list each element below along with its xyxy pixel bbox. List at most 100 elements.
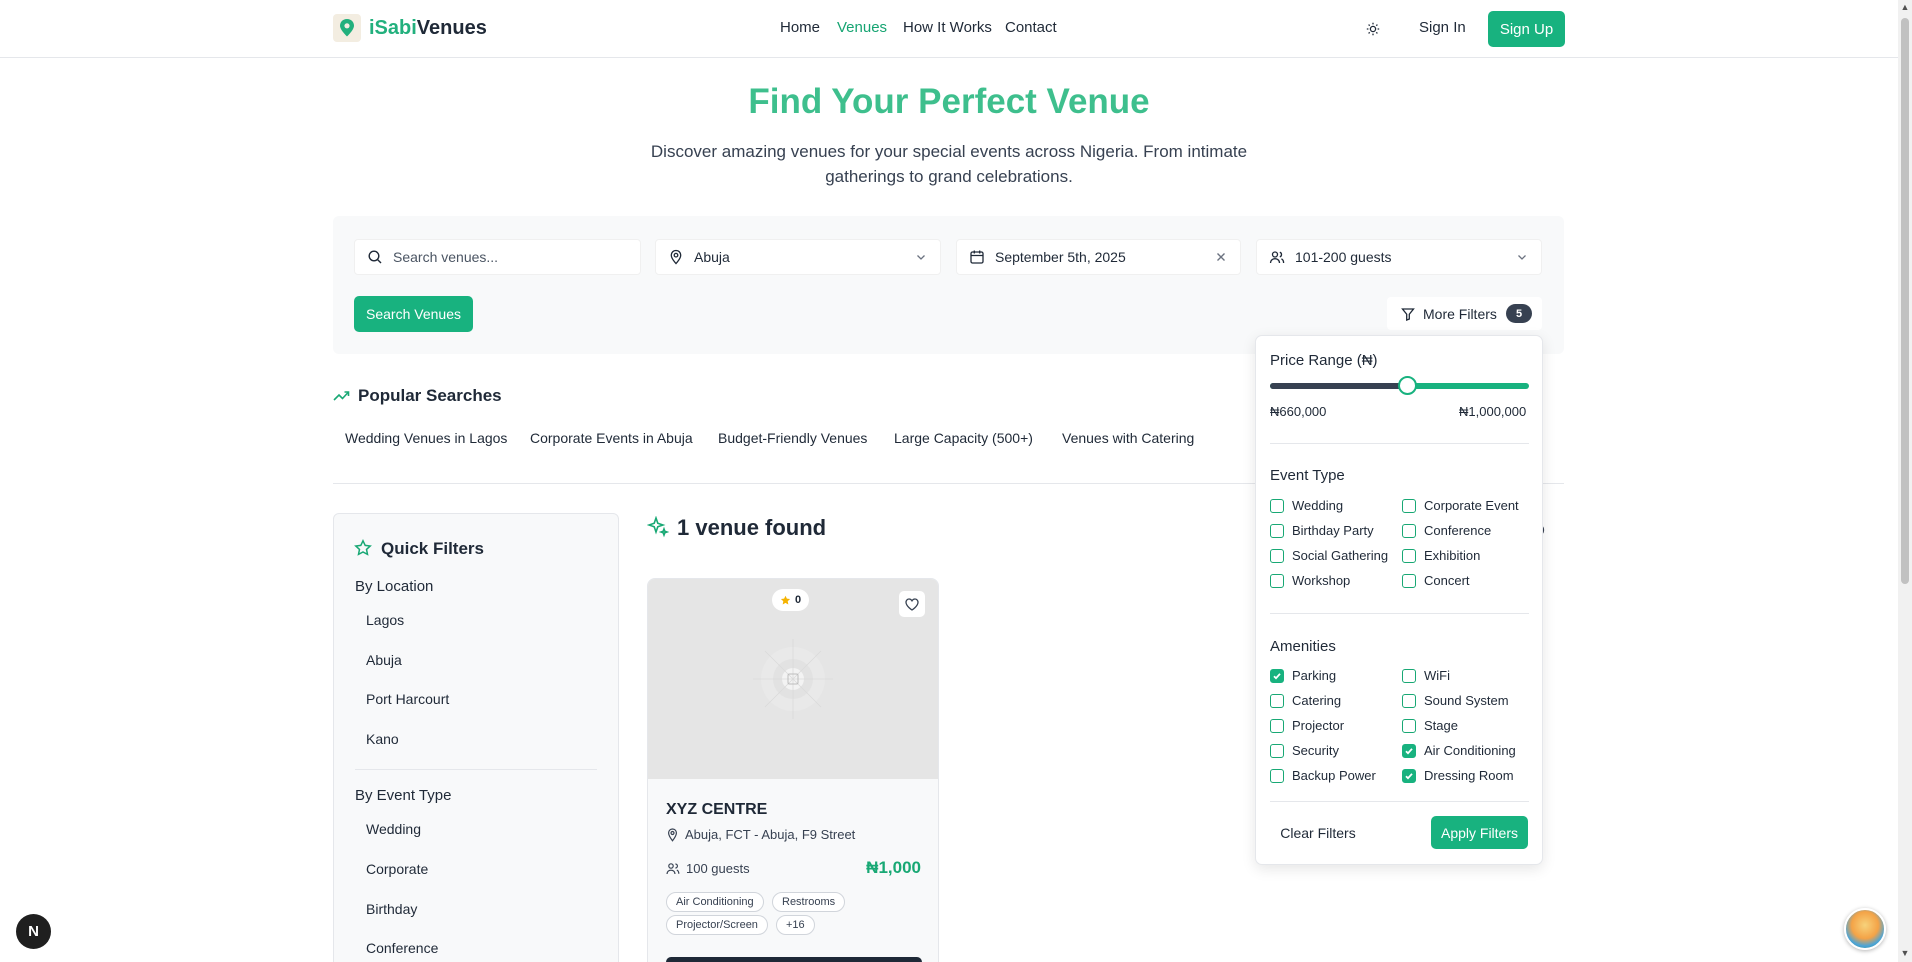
page-subtitle: Discover amazing venues for your special… — [650, 142, 1248, 186]
filter-checkbox[interactable]: Catering — [1270, 693, 1341, 708]
event-type-filter-item[interactable]: Conference — [366, 940, 438, 956]
brand-name[interactable]: iSabiVenues — [369, 17, 487, 40]
users-icon — [666, 863, 680, 875]
more-filters-button[interactable]: More Filters 5 — [1387, 297, 1542, 330]
filter-checkbox[interactable]: Exhibition — [1402, 548, 1480, 563]
apply-filters-button[interactable]: Apply Filters — [1431, 816, 1528, 849]
checkbox-icon[interactable] — [1402, 573, 1416, 588]
checkbox-checked-icon[interactable] — [1402, 743, 1416, 758]
checkbox-icon[interactable] — [1402, 523, 1416, 538]
price-slider-range — [1270, 383, 1408, 389]
nav-contact[interactable]: Contact — [1005, 19, 1057, 36]
price-range-heading: Price Range (₦) — [1270, 352, 1378, 369]
event-type-filter-item[interactable]: Wedding — [366, 821, 421, 837]
view-venue-button[interactable] — [666, 957, 922, 962]
filter-checkbox[interactable]: Dressing Room — [1402, 768, 1514, 783]
checkbox-icon[interactable] — [1270, 743, 1284, 758]
checkbox-icon[interactable] — [1270, 498, 1284, 513]
location-filter-item[interactable]: Abuja — [366, 652, 402, 668]
location-value: Abuja — [694, 249, 730, 265]
filter-checkbox[interactable]: Projector — [1270, 718, 1344, 733]
checkbox-icon[interactable] — [1270, 768, 1284, 783]
dev-tools-badge[interactable]: N — [16, 914, 51, 949]
date-value: September 5th, 2025 — [995, 249, 1126, 265]
popular-searches-title: Popular Searches — [358, 386, 502, 405]
price-slider-thumb[interactable] — [1397, 376, 1417, 395]
checkbox-icon[interactable] — [1270, 523, 1284, 538]
filter-checkbox[interactable]: Concert — [1402, 573, 1470, 588]
scrollbar-thumb[interactable] — [1901, 18, 1909, 584]
checkbox-icon[interactable] — [1270, 718, 1284, 733]
venue-image-placeholder: 0 — [648, 579, 938, 779]
popular-tag[interactable]: Corporate Events in Abuja — [530, 430, 693, 446]
checkbox-icon[interactable] — [1270, 548, 1284, 563]
search-panel — [333, 216, 1564, 354]
filter-checkbox[interactable]: Security — [1270, 743, 1339, 758]
filter-checkbox[interactable]: Workshop — [1270, 573, 1350, 588]
location-filter-item[interactable]: Port Harcourt — [366, 691, 449, 707]
filter-checkbox[interactable]: Sound System — [1402, 693, 1509, 708]
clear-filters-button[interactable]: Clear Filters — [1270, 816, 1366, 849]
checkbox-icon[interactable] — [1402, 548, 1416, 563]
sign-up-button[interactable]: Sign Up — [1488, 11, 1565, 47]
assistant-avatar[interactable] — [1844, 908, 1886, 950]
filter-checkbox-label: Dressing Room — [1424, 768, 1514, 783]
checkbox-icon[interactable] — [1402, 718, 1416, 733]
filter-checkbox[interactable]: Corporate Event — [1402, 498, 1519, 513]
event-type-heading: Event Type — [1270, 467, 1345, 484]
filter-checkbox[interactable]: Social Gathering — [1270, 548, 1388, 563]
search-placeholder: Search venues... — [393, 249, 499, 265]
search-input[interactable]: Search venues... — [354, 239, 641, 275]
popular-tag[interactable]: Budget-Friendly Venues — [718, 430, 867, 446]
by-location-heading: By Location — [355, 578, 434, 595]
scroll-down-arrow-icon[interactable]: ▼ — [1900, 948, 1910, 958]
checkbox-icon[interactable] — [1270, 693, 1284, 708]
popular-tag[interactable]: Wedding Venues in Lagos — [345, 430, 507, 446]
site-header: iSabiVenues Home Venues How It Works Con… — [0, 0, 1898, 58]
map-pin-icon — [670, 249, 682, 265]
close-icon[interactable] — [1214, 250, 1228, 264]
quick-filters-title: Quick Filters — [381, 539, 484, 558]
price-max-label: ₦1,000,000 — [1459, 404, 1527, 419]
checkbox-icon[interactable] — [1402, 668, 1416, 683]
filter-checkbox-label: Birthday Party — [1292, 523, 1374, 538]
trending-up-icon — [333, 391, 350, 401]
filter-checkbox[interactable]: WiFi — [1402, 668, 1450, 683]
popular-tag[interactable]: Venues with Catering — [1062, 430, 1194, 446]
nav-home[interactable]: Home — [780, 19, 820, 36]
checkbox-icon[interactable] — [1270, 573, 1284, 588]
checkbox-icon[interactable] — [1402, 498, 1416, 513]
sign-in-link[interactable]: Sign In — [1419, 19, 1466, 36]
filter-checkbox[interactable]: Conference — [1402, 523, 1491, 538]
filter-checkbox[interactable]: Backup Power — [1270, 768, 1376, 783]
popular-tag[interactable]: Large Capacity (500+) — [894, 430, 1033, 446]
search-venues-button[interactable]: Search Venues — [354, 296, 473, 332]
filter-checkbox[interactable]: Stage — [1402, 718, 1458, 733]
filter-checkbox[interactable]: Parking — [1270, 668, 1336, 683]
filter-checkbox[interactable]: Wedding — [1270, 498, 1343, 513]
location-filter-item[interactable]: Kano — [366, 731, 399, 747]
location-select[interactable]: Abuja — [655, 239, 941, 275]
nav-how-it-works[interactable]: How It Works — [903, 19, 992, 36]
location-filter-item[interactable]: Lagos — [366, 612, 404, 628]
favorite-button[interactable] — [899, 591, 925, 617]
nav-venues[interactable]: Venues — [837, 19, 887, 36]
checkbox-checked-icon[interactable] — [1270, 668, 1284, 683]
filter-checkbox[interactable]: Birthday Party — [1270, 523, 1374, 538]
venue-card[interactable]: 0 XYZ CENTRE Abuja, FCT - Abuja, F9 Stre… — [647, 578, 939, 962]
event-type-filter-item[interactable]: Birthday — [366, 901, 417, 917]
theme-toggle-sun-icon[interactable] — [1362, 18, 1384, 40]
filter-checkbox[interactable]: Air Conditioning — [1402, 743, 1516, 758]
venue-name[interactable]: XYZ CENTRE — [666, 801, 767, 819]
event-type-filter-item[interactable]: Corporate — [366, 861, 428, 877]
guests-select[interactable]: 101-200 guests — [1256, 239, 1542, 275]
date-picker[interactable]: September 5th, 2025 — [956, 239, 1241, 275]
filter-checkbox-label: Projector — [1292, 718, 1345, 733]
checkbox-icon[interactable] — [1402, 693, 1416, 708]
scroll-up-arrow-icon[interactable]: ▲ — [1900, 2, 1910, 12]
logo-icon[interactable] — [333, 14, 361, 42]
venue-guests-text: 100 guests — [686, 861, 750, 876]
filter-checkbox-label: Security — [1292, 743, 1339, 758]
checkbox-checked-icon[interactable] — [1402, 768, 1416, 783]
users-icon — [1269, 251, 1285, 264]
